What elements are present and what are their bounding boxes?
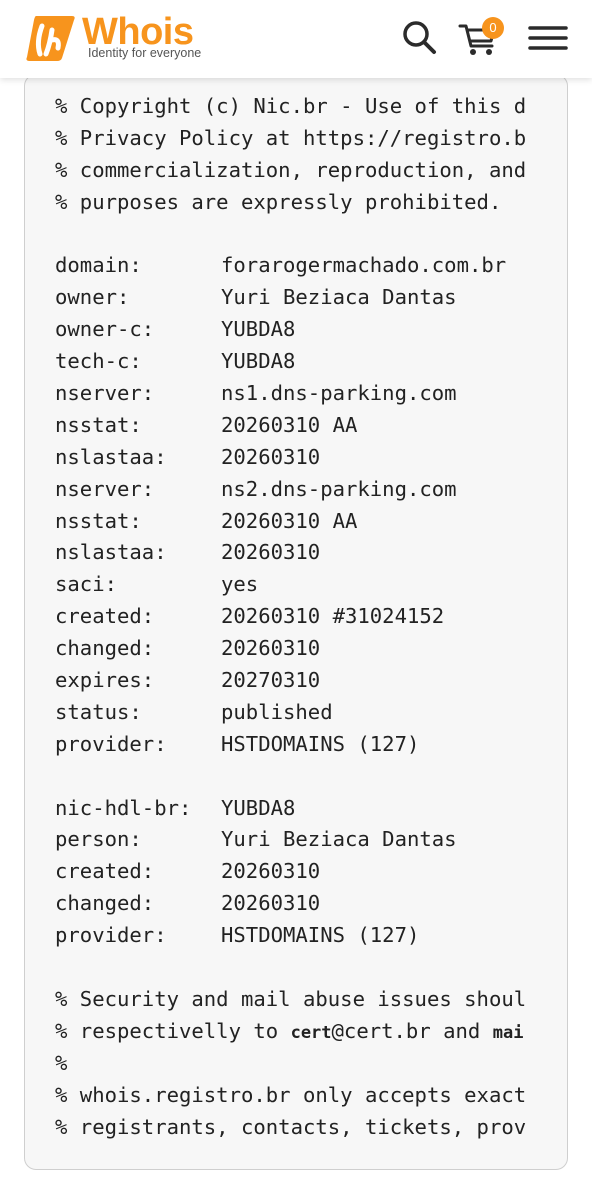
record-key: tech-c: <box>55 349 142 374</box>
contact-row: changed: 20260310 <box>55 888 539 920</box>
contact-key: changed: <box>55 891 155 916</box>
record-row: domain: forarogermachado.com.br <box>55 250 539 282</box>
record-row: provider: HSTDOMAINS (127) <box>55 729 539 761</box>
contact-value: HSTDOMAINS (127) <box>221 923 420 948</box>
record-value: 20260310 AA <box>221 412 358 437</box>
record-value: YUBDA8 <box>221 349 296 374</box>
notice-line: % registrants, contacts, tickets, prov <box>55 1114 527 1139</box>
notice-line: % whois.registro.br only accepts exact <box>55 1082 527 1107</box>
record-key: nserver: <box>55 381 155 406</box>
contact-row: person: Yuri Beziaca Dantas <box>55 824 539 856</box>
record-key: owner-c: <box>55 317 155 342</box>
mail-abuse-email-link[interactable]: mai <box>493 1023 524 1043</box>
record-key: nserver: <box>55 476 155 501</box>
record-value: YUBDA8 <box>221 317 296 342</box>
record-value: forarogermachado.com.br <box>221 253 507 278</box>
record-row: nserver: ns2.dns-parking.com <box>55 474 539 506</box>
notice-line: % purposes are expressly prohibited. <box>55 189 502 214</box>
record-value: yes <box>221 572 259 597</box>
notice-line: % Security and mail abuse issues shoul <box>55 986 527 1011</box>
record-row: expires: 20270310 <box>55 665 539 697</box>
record-key: changed: <box>55 636 155 661</box>
record-value: 20260310 <box>221 636 321 661</box>
record-value: Yuri Beziaca Dantas <box>221 285 457 310</box>
notice-line-emails: % respectivelly to cert@cert.br and mai <box>55 1016 539 1048</box>
whois-output: % Copyright (c) Nic.br - Use of this d %… <box>55 91 539 1143</box>
contact-value: 20260310 <box>221 891 321 916</box>
search-button[interactable] <box>396 14 444 62</box>
record-row: tech-c: YUBDA8 <box>55 346 539 378</box>
contact-row: provider: HSTDOMAINS (127) <box>55 920 539 952</box>
record-key: saci: <box>55 572 117 597</box>
contact-value: Yuri Beziaca Dantas <box>221 827 457 852</box>
record-key: provider: <box>55 731 167 756</box>
record-row: created: 20260310 #31024152 <box>55 601 539 633</box>
site-header: Whois Identity for everyone 0 <box>0 0 592 78</box>
record-row: owner: Yuri Beziaca Dantas <box>55 282 539 314</box>
notice-line: % Privacy Policy at https://registro.b <box>55 125 527 150</box>
record-key: owner: <box>55 285 130 310</box>
whois-result-card: % Copyright (c) Nic.br - Use of this d %… <box>24 74 568 1170</box>
record-value: 20260310 <box>221 540 321 565</box>
cart-button[interactable]: 0 <box>456 14 504 62</box>
logo-tagline: Identity for everyone <box>88 46 202 60</box>
contact-key: provider: <box>55 923 167 948</box>
record-row: status: published <box>55 697 539 729</box>
record-value: HSTDOMAINS (127) <box>221 731 420 756</box>
record-key: nslastaa: <box>55 540 167 565</box>
contact-row: created: 20260310 <box>55 856 539 888</box>
cart-count-badge: 0 <box>482 17 504 39</box>
notice-line: % commercialization, reproduction, and <box>55 157 527 182</box>
notice-line: % Copyright (c) Nic.br - Use of this d <box>55 94 527 118</box>
hamburger-menu-icon <box>528 26 568 50</box>
contact-key: nic-hdl-br: <box>55 795 192 820</box>
record-value: 20260310 #31024152 <box>221 604 445 629</box>
record-key: status: <box>55 699 142 724</box>
record-row: changed: 20260310 <box>55 633 539 665</box>
record-row: nsstat: 20260310 AA <box>55 506 539 538</box>
record-key: nslastaa: <box>55 444 167 469</box>
record-row: nslastaa: 20260310 <box>55 537 539 569</box>
record-value: 20260310 AA <box>221 508 358 533</box>
cert-email-link[interactable]: cert <box>291 1023 332 1043</box>
whois-logo[interactable]: Whois Identity for everyone <box>22 10 222 66</box>
record-value: 20260310 <box>221 444 321 469</box>
notice-text: % respectivelly to <box>55 1018 291 1043</box>
record-key: created: <box>55 604 155 629</box>
notice-line: % <box>55 1050 68 1075</box>
record-key: nsstat: <box>55 508 142 533</box>
record-row: nslastaa: 20260310 <box>55 442 539 474</box>
record-key: expires: <box>55 668 155 693</box>
hamburger-menu-button[interactable] <box>524 14 572 62</box>
whois-logo-mark-icon <box>26 16 75 61</box>
record-row: nsstat: 20260310 AA <box>55 410 539 442</box>
record-row: nserver: ns1.dns-parking.com <box>55 378 539 410</box>
contact-key: created: <box>55 859 155 884</box>
record-value: 20270310 <box>221 668 321 693</box>
record-value: ns1.dns-parking.com <box>221 381 457 406</box>
record-key: nsstat: <box>55 412 142 437</box>
contact-row: nic-hdl-br: YUBDA8 <box>55 793 539 825</box>
notice-text: @cert.br and <box>331 1018 493 1043</box>
record-value: ns2.dns-parking.com <box>221 476 457 501</box>
record-row: saci: yes <box>55 569 539 601</box>
contact-value: 20260310 <box>221 859 321 884</box>
search-icon <box>403 21 436 54</box>
contact-key: person: <box>55 827 142 852</box>
record-key: domain: <box>55 253 142 278</box>
record-value: published <box>221 699 333 724</box>
contact-value: YUBDA8 <box>221 795 296 820</box>
record-row: owner-c: YUBDA8 <box>55 314 539 346</box>
